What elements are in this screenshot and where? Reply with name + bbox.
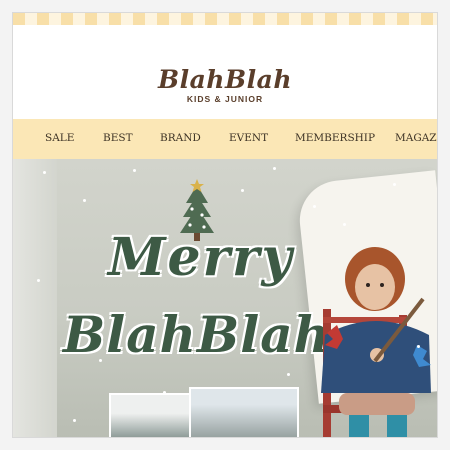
nav-item-sale[interactable]: SALE [45,132,74,144]
banner-title-blahblah: BlahBlah [63,305,332,364]
snowflake [83,199,86,202]
snowflake [417,345,420,348]
snowflake [163,391,166,394]
child-photo [321,247,431,437]
snowflake [73,419,76,422]
snowflake [37,279,40,282]
wall-pillar [13,159,57,437]
nav-item-best[interactable]: BEST [103,132,133,144]
nav-item-magazine[interactable]: MAGAZI [395,132,437,144]
nav-item-event[interactable]: EVENT [229,132,268,144]
snowflake [99,359,102,362]
photo-stack [109,387,309,437]
snowflake [287,373,290,376]
brand-logo[interactable]: BlahBlah [13,65,437,94]
snowflake [343,223,346,226]
snowflake [313,205,316,208]
banner-title-merry: Merry [108,227,294,288]
nav-item-brand[interactable]: BRAND [160,132,201,144]
site-header: BlahBlah KIDS & JUNIOR [13,25,437,131]
browser-frame: BlahBlah KIDS & JUNIOR SALE BEST BRAND E… [12,12,438,438]
mountain-photo [189,387,299,437]
nav-item-membership[interactable]: MEMBERSHIP [295,132,375,144]
brand-tagline: KIDS & JUNIOR [186,94,264,104]
snowflake [393,183,396,186]
snowflake [43,171,46,174]
main-nav: SALE BEST BRAND EVENT MEMBERSHIP MAGAZI [13,119,437,159]
snowflake [273,167,276,170]
top-stripe [13,13,437,25]
hero-banner[interactable]: Merry BlahBlah [13,159,437,437]
snowflake [241,189,244,192]
snowflake [133,169,136,172]
